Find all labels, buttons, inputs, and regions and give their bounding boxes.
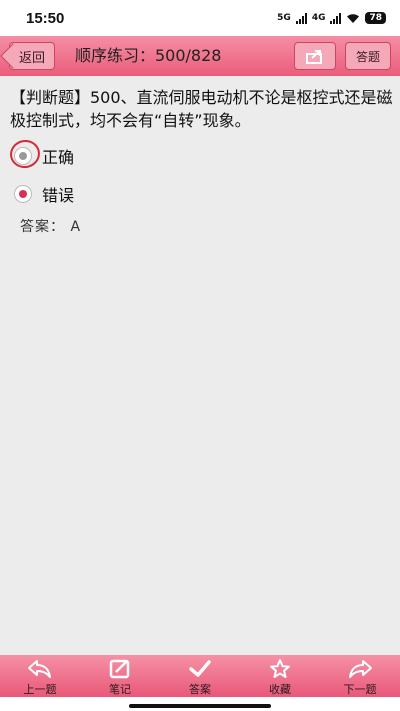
prev-question-label: 上一题 bbox=[23, 683, 57, 696]
favorite-label: 收藏 bbox=[269, 683, 291, 696]
wifi-icon bbox=[347, 13, 360, 23]
back-button-label: 返回 bbox=[18, 50, 45, 66]
share-icon bbox=[306, 50, 322, 64]
answer-text: 答案： A bbox=[20, 219, 82, 235]
option-true-label: 正确 bbox=[42, 148, 75, 167]
annotation-ring bbox=[7, 137, 43, 171]
back-button[interactable]: 返回 bbox=[9, 42, 55, 70]
next-arrow-icon bbox=[349, 660, 372, 678]
status-time: 15:50 bbox=[26, 9, 65, 27]
next-question-button[interactable]: 下一题 bbox=[320, 655, 400, 697]
network-5g-label: 5G bbox=[277, 13, 291, 23]
next-question-label: 下一题 bbox=[343, 683, 377, 696]
network-4g-label: 4G bbox=[311, 13, 326, 23]
answer-mode-button[interactable]: 答题 bbox=[345, 42, 391, 70]
share-button[interactable] bbox=[294, 42, 336, 70]
signal-icon bbox=[295, 12, 307, 24]
star-icon bbox=[270, 659, 290, 678]
show-answer-button[interactable]: 答案 bbox=[160, 655, 240, 697]
prev-arrow-icon bbox=[28, 660, 51, 678]
battery-indicator: 78 bbox=[365, 12, 386, 24]
bottom-toolbar: 上一题 笔记 答案 收藏 下一题 bbox=[0, 655, 400, 697]
option-false-label: 错误 bbox=[42, 186, 75, 205]
question-text: 【判断题】500、直流伺服电动机不论是枢控式还是磁极控制式，均不会有“自转”现象… bbox=[10, 88, 393, 130]
notes-button[interactable]: 笔记 bbox=[80, 655, 160, 697]
notes-label: 笔记 bbox=[109, 683, 131, 696]
prev-question-button[interactable]: 上一题 bbox=[0, 655, 80, 697]
page-title: 顺序练习：500/828 bbox=[75, 46, 222, 65]
radio-button-false[interactable] bbox=[14, 185, 32, 203]
status-bar: 15:50 5G 4G 78 bbox=[0, 0, 400, 36]
home-indicator[interactable] bbox=[129, 704, 271, 708]
top-header: 返回 顺序练习：500/828 答题 bbox=[0, 36, 400, 76]
note-edit-icon bbox=[109, 659, 130, 679]
show-answer-label: 答案 bbox=[189, 683, 211, 696]
status-icons: 5G 4G 78 bbox=[277, 12, 386, 24]
checkmark-icon bbox=[189, 660, 211, 677]
option-false[interactable]: 错误 bbox=[10, 180, 74, 208]
favorite-button[interactable]: 收藏 bbox=[240, 655, 320, 697]
option-true[interactable]: 正确 bbox=[7, 137, 75, 171]
signal-icon-2 bbox=[330, 12, 342, 24]
